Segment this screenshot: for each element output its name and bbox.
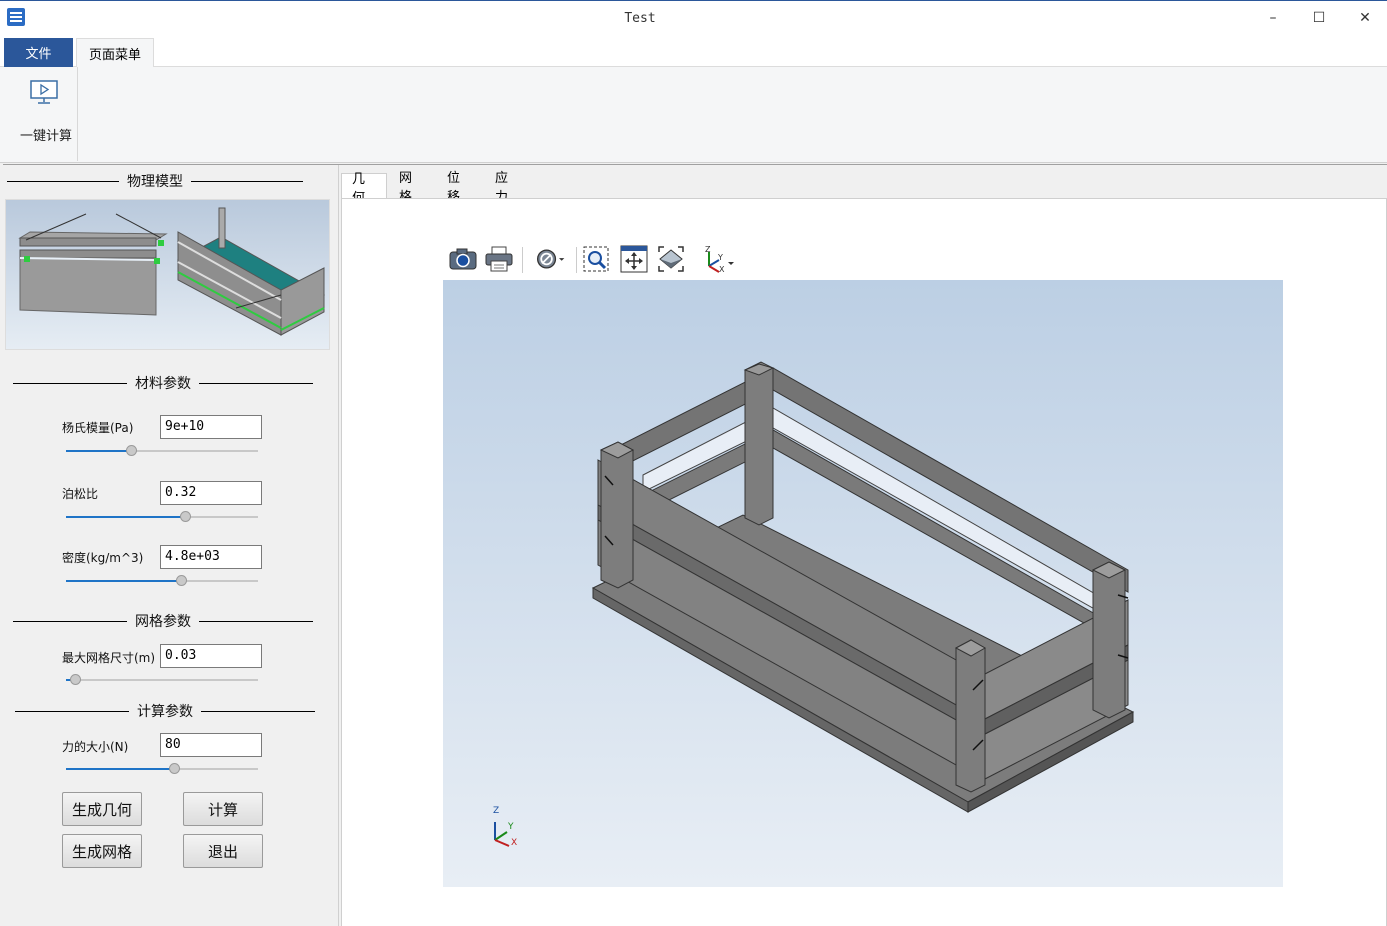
one-click-calc-label: 一键计算 (19, 129, 72, 144)
slider-thumb[interactable] (176, 575, 187, 586)
minimize-button[interactable]: – (1250, 1, 1296, 35)
ribbon-tab-bar: 文件 页面菜单 (0, 36, 1387, 68)
force-input[interactable]: 80 (160, 733, 262, 757)
poisson-ratio-label: 泊松比 (62, 487, 99, 501)
viewer-toolbar: ZYX (443, 239, 1283, 280)
tab-geometry[interactable]: 几何 (341, 172, 387, 206)
poisson-ratio-slider[interactable] (66, 510, 258, 524)
axis-z-label: Z (493, 806, 500, 816)
fit-all-icon[interactable] (618, 244, 650, 274)
slider-thumb[interactable] (180, 511, 191, 522)
one-click-calc-button[interactable]: 一键计算 (12, 75, 76, 144)
calc-params-header: 计算参数 (15, 701, 315, 721)
mesh-size-label: 最大网格尺寸(m) (62, 651, 156, 665)
axis-y-label: Y (508, 822, 514, 832)
camera-icon[interactable] (447, 244, 479, 274)
density-input[interactable]: 4.8e+03 (160, 545, 262, 569)
3d-viewport[interactable]: Z Y X (443, 280, 1283, 887)
force-slider[interactable] (66, 762, 258, 776)
physical-model-image (5, 199, 330, 350)
youngs-modulus-slider[interactable] (66, 444, 258, 458)
axis-x-label: X (511, 838, 518, 848)
material-params-header: 材料参数 (13, 373, 313, 393)
3d-viewer[interactable]: ZYX Z Y X (443, 239, 1283, 887)
ribbon-group: 一键计算 (4, 67, 78, 161)
close-button[interactable]: ✕ (1342, 1, 1387, 35)
ribbon-panel: 一键计算 (0, 67, 1387, 163)
youngs-modulus-label: 杨氏模量(Pa) (62, 421, 134, 435)
density-label: 密度(kg/m^3) (62, 551, 144, 565)
mesh-params-header: 网格参数 (13, 611, 313, 631)
generate-geometry-button[interactable]: 生成几何 (62, 792, 142, 826)
mesh-size-input[interactable]: 0.03 (160, 644, 262, 668)
material-params-title: 材料参数 (135, 376, 191, 392)
svg-text:X: X (719, 265, 725, 274)
slider-thumb[interactable] (126, 445, 137, 456)
svg-text:Y: Y (717, 253, 723, 262)
tab-file[interactable]: 文件 (4, 38, 73, 67)
force-label: 力的大小(N) (62, 740, 129, 754)
youngs-modulus-input[interactable]: 9e+10 (160, 415, 262, 439)
mesh-params-title: 网格参数 (135, 614, 191, 630)
box-model (591, 361, 1135, 813)
monitor-play-icon (30, 80, 58, 104)
generate-mesh-button[interactable]: 生成网格 (62, 834, 142, 868)
calculate-button[interactable]: 计算 (183, 792, 263, 826)
window-title: Test (624, 11, 656, 26)
svg-text:Z: Z (705, 245, 711, 254)
tab-stress[interactable]: 应力 (485, 171, 518, 205)
zoom-window-icon[interactable] (580, 244, 612, 274)
slider-thumb[interactable] (70, 674, 81, 685)
tab-page-menu[interactable]: 页面菜单 (76, 38, 154, 68)
density-slider[interactable] (66, 574, 258, 588)
slider-thumb[interactable] (169, 763, 180, 774)
parameter-panel: 物理模型 材料参数 杨氏模量(Pa) 9e+10 泊松比 0.32 密度(kg/… (3, 165, 339, 926)
tab-displacement[interactable]: 位移 (437, 171, 470, 205)
physical-model-title: 物理模型 (127, 174, 183, 190)
physical-model-header: 物理模型 (7, 171, 303, 191)
axes-triad-icon (494, 822, 510, 847)
title-bar: Test – ☐ ✕ (0, 0, 1387, 36)
view-orientation-icon[interactable] (655, 244, 687, 274)
axes-icon[interactable]: ZYX (699, 244, 739, 274)
exit-button[interactable]: 退出 (183, 834, 263, 868)
calc-params-title: 计算参数 (137, 704, 193, 720)
tab-mesh[interactable]: 网格 (389, 171, 422, 205)
maximize-button[interactable]: ☐ (1296, 1, 1342, 35)
poisson-ratio-input[interactable]: 0.32 (160, 481, 262, 505)
mesh-size-slider[interactable] (66, 673, 258, 687)
print-icon[interactable] (483, 244, 515, 274)
display-mode-icon[interactable] (535, 244, 567, 274)
main-area: 物理模型 材料参数 杨氏模量(Pa) 9e+10 泊松比 0.32 密度(kg/… (3, 164, 1387, 926)
